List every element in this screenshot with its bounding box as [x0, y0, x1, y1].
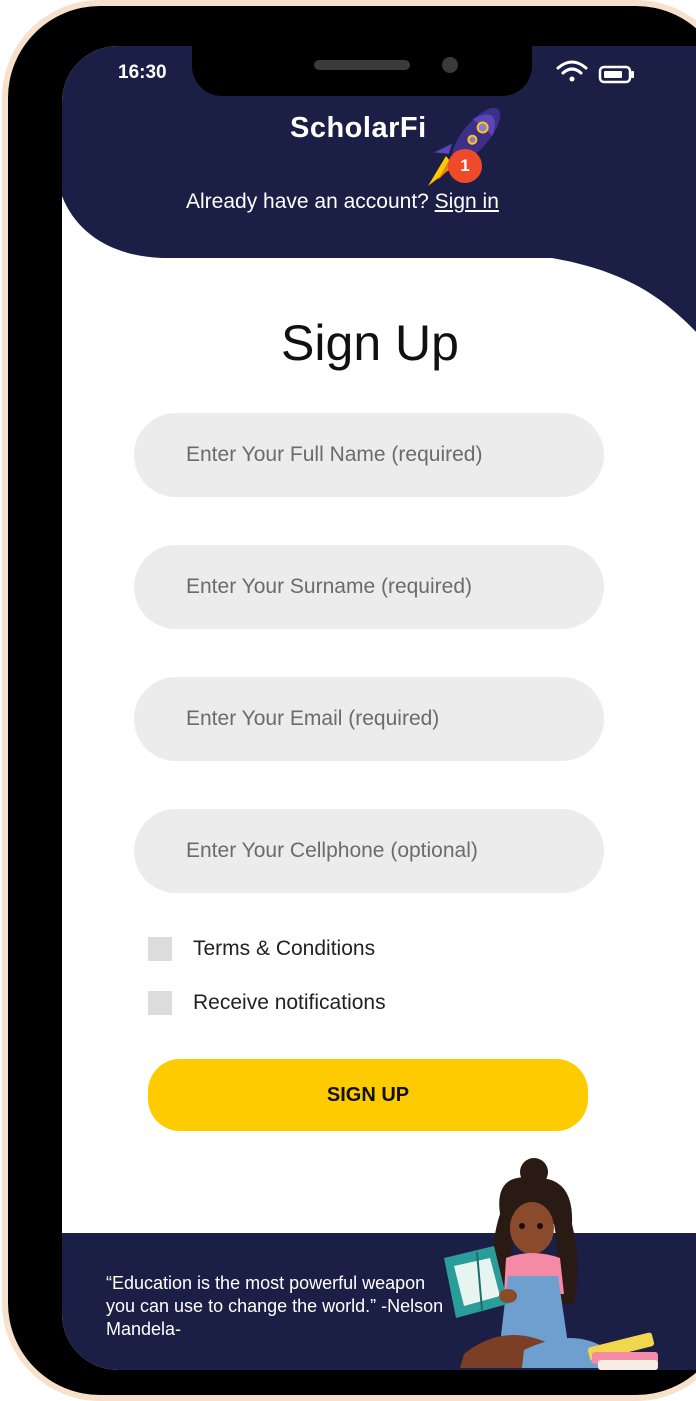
notifications-row: Receive notifications: [148, 991, 386, 1015]
already-text: Already have an account?: [186, 190, 435, 213]
notifications-checkbox[interactable]: [148, 991, 172, 1015]
brand-logo-text: ScholarFi: [290, 112, 427, 144]
speaker-grill: [314, 60, 410, 70]
terms-checkbox[interactable]: [148, 937, 172, 961]
phone-notch: [192, 46, 532, 96]
sign-in-link[interactable]: Sign in: [435, 190, 499, 213]
email-input[interactable]: [134, 677, 604, 761]
surname-input[interactable]: [134, 545, 604, 629]
status-icons: [556, 58, 646, 93]
terms-label: Terms & Conditions: [193, 937, 376, 960]
notification-badge: 1: [448, 149, 482, 183]
phone-screen: 16:30 ScholarFi 1 Already have an accoun…: [62, 46, 696, 1370]
battery-icon: [598, 65, 634, 84]
notifications-label: Receive notifications: [193, 991, 386, 1014]
wifi-icon: [556, 60, 588, 82]
status-time: 16:30: [118, 62, 167, 83]
sign-up-button[interactable]: SIGN UP: [148, 1059, 588, 1131]
girl-reading-illustration: [444, 1158, 658, 1370]
cellphone-input[interactable]: [134, 809, 604, 893]
front-camera: [442, 57, 458, 73]
terms-row: Terms & Conditions: [148, 937, 375, 961]
page-title: Sign Up: [281, 315, 459, 371]
full-name-input[interactable]: [134, 413, 604, 497]
already-have-account: Already have an account? Sign in: [186, 190, 499, 214]
footer-quote: “Education is the most powerful weapon y…: [106, 1273, 444, 1339]
